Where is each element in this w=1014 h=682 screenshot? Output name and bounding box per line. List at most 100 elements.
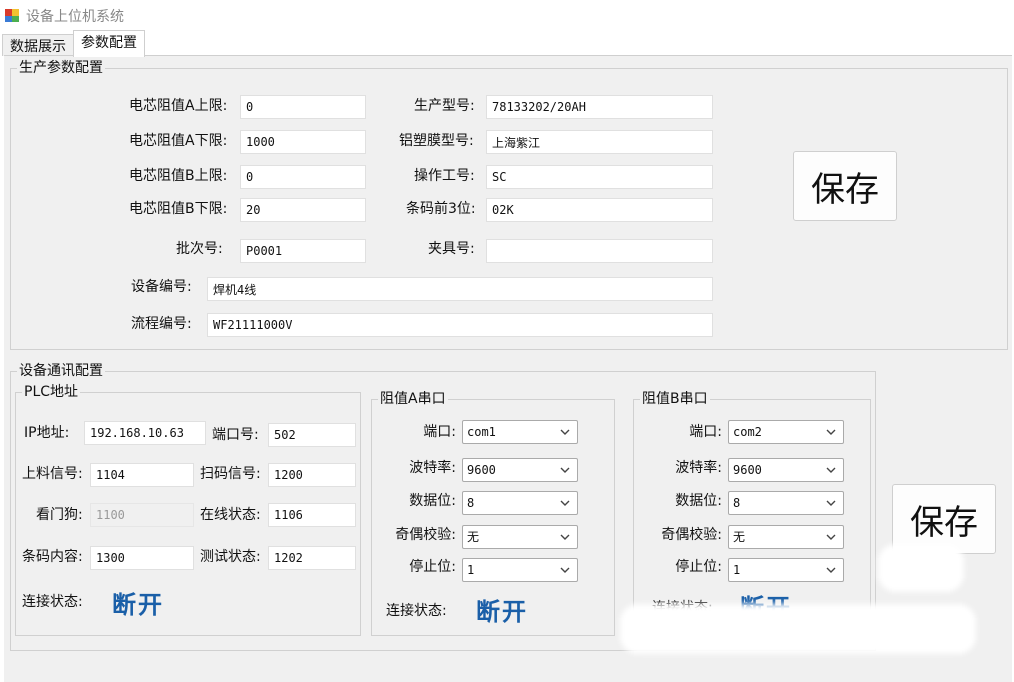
batch-no-label: 批次号: bbox=[176, 241, 223, 257]
plc-conn-status-value: 断开 bbox=[112, 591, 164, 619]
cell-res-b-lower-input[interactable] bbox=[240, 198, 366, 222]
tab-data-display[interactable]: 数据展示 bbox=[2, 34, 74, 56]
app-icon bbox=[4, 7, 20, 23]
operator-id-label: 操作工号: bbox=[414, 168, 475, 184]
barcode-prefix-input[interactable] bbox=[486, 198, 713, 222]
cell-res-b-upper-label: 电芯阻值B上限: bbox=[129, 168, 228, 184]
chevron-down-icon bbox=[560, 429, 570, 435]
chevron-down-icon bbox=[560, 467, 570, 473]
production-config-group: 生产参数配置 电芯阻值A上限: 电芯阻值A下限: 电芯阻值B上限: 电芯阻值B下… bbox=[10, 59, 1008, 350]
serial-a-databits-label: 数据位: bbox=[409, 493, 456, 509]
serial-a-parity-select[interactable]: 无 bbox=[462, 525, 578, 549]
plc-scan-signal-input[interactable] bbox=[268, 463, 356, 487]
device-no-label: 设备编号: bbox=[131, 279, 192, 295]
model-label: 生产型号: bbox=[414, 98, 475, 114]
serial-a-parity-label: 奇偶校验: bbox=[395, 527, 456, 543]
serial-a-stopbits-select[interactable]: 1 bbox=[462, 558, 578, 582]
plc-test-status-input[interactable] bbox=[268, 546, 356, 570]
serial-a-databits-value: 8 bbox=[467, 496, 475, 510]
cell-res-a-upper-input[interactable] bbox=[240, 95, 366, 119]
serial-a-stopbits-value: 1 bbox=[467, 563, 475, 577]
plc-barcode-content-label: 条码内容: bbox=[22, 549, 83, 565]
serial-b-stopbits-select[interactable]: 1 bbox=[728, 558, 844, 582]
film-model-label: 铝塑膜型号: bbox=[399, 133, 474, 149]
plc-ip-label: IP地址: bbox=[24, 425, 70, 441]
serial-a-baud-label: 波特率: bbox=[409, 460, 456, 476]
fixture-no-label: 夹具号: bbox=[428, 241, 475, 257]
serial-a-conn-status-value: 断开 bbox=[476, 598, 528, 626]
serial-b-databits-label: 数据位: bbox=[675, 493, 722, 509]
serial-b-databits-select[interactable]: 8 bbox=[728, 491, 844, 515]
serial-b-title: 阻值B串口 bbox=[640, 390, 710, 408]
plc-feed-signal-label: 上料信号: bbox=[22, 466, 83, 482]
chevron-down-icon bbox=[560, 567, 570, 573]
plc-online-status-label: 在线状态: bbox=[200, 507, 261, 523]
serial-b-parity-value: 无 bbox=[733, 530, 746, 544]
serial-b-port-select[interactable]: com2 bbox=[728, 420, 844, 444]
fixture-no-input[interactable] bbox=[486, 239, 713, 263]
plc-port-label: 端口号: bbox=[212, 427, 259, 443]
serial-a-databits-select[interactable]: 8 bbox=[462, 491, 578, 515]
serial-b-group: 阻值B串口 端口: com2 波特率: 9600 数据位: 8 奇偶校验: 无 … bbox=[633, 390, 871, 636]
cell-res-b-upper-input[interactable] bbox=[240, 165, 366, 189]
serial-a-title: 阻值A串口 bbox=[378, 390, 448, 408]
batch-no-input[interactable] bbox=[240, 239, 366, 263]
plc-online-status-input[interactable] bbox=[268, 503, 356, 527]
serial-a-group: 阻值A串口 端口: com1 波特率: 9600 数据位: 8 奇偶校验: 无 … bbox=[371, 390, 615, 636]
chevron-down-icon bbox=[560, 534, 570, 540]
serial-a-baud-select[interactable]: 9600 bbox=[462, 458, 578, 482]
cell-res-b-lower-label: 电芯阻值B下限: bbox=[129, 201, 228, 217]
plc-title: PLC地址 bbox=[22, 383, 81, 401]
serial-b-parity-select[interactable]: 无 bbox=[728, 525, 844, 549]
operator-id-input[interactable] bbox=[486, 165, 713, 189]
cell-res-a-upper-label: 电芯阻值A上限: bbox=[129, 98, 228, 114]
serial-a-baud-value: 9600 bbox=[467, 463, 496, 477]
serial-b-port-value: com2 bbox=[733, 425, 762, 439]
redaction-overlay bbox=[620, 604, 976, 654]
tab-parameter-config[interactable]: 参数配置 bbox=[73, 30, 145, 57]
plc-scan-signal-label: 扫码信号: bbox=[200, 466, 261, 482]
window-title: 设备上位机系统 bbox=[26, 9, 124, 25]
production-save-button[interactable]: 保存 bbox=[793, 151, 897, 221]
serial-a-port-select[interactable]: com1 bbox=[462, 420, 578, 444]
redaction-overlay bbox=[878, 544, 964, 592]
serial-b-stopbits-value: 1 bbox=[733, 563, 741, 577]
tab-page-parameter-config: 生产参数配置 电芯阻值A上限: 电芯阻值A下限: 电芯阻值B上限: 电芯阻值B下… bbox=[4, 55, 1012, 682]
serial-a-conn-status-label: 连接状态: bbox=[386, 603, 447, 619]
chevron-down-icon bbox=[560, 500, 570, 506]
barcode-prefix-label: 条码前3位: bbox=[406, 201, 476, 217]
cell-res-a-lower-input[interactable] bbox=[240, 130, 366, 154]
tab-strip: 数据展示 参数配置 bbox=[0, 30, 1014, 57]
plc-barcode-content-input[interactable] bbox=[90, 546, 194, 570]
plc-conn-status-label: 连接状态: bbox=[22, 594, 83, 610]
model-input[interactable] bbox=[486, 95, 713, 119]
plc-watchdog-input bbox=[90, 503, 194, 527]
serial-b-baud-label: 波特率: bbox=[675, 460, 722, 476]
chevron-down-icon bbox=[826, 467, 836, 473]
serial-b-port-label: 端口: bbox=[689, 424, 722, 440]
plc-ip-input[interactable] bbox=[84, 421, 206, 445]
device-no-input[interactable] bbox=[207, 277, 713, 301]
serial-a-parity-value: 无 bbox=[467, 530, 480, 544]
chevron-down-icon bbox=[826, 534, 836, 540]
serial-b-baud-value: 9600 bbox=[733, 463, 762, 477]
serial-b-parity-label: 奇偶校验: bbox=[661, 527, 722, 543]
plc-port-input[interactable] bbox=[268, 423, 356, 447]
serial-b-stopbits-label: 停止位: bbox=[675, 559, 722, 575]
cell-res-a-lower-label: 电芯阻值A下限: bbox=[129, 133, 228, 149]
comm-config-title: 设备通讯配置 bbox=[17, 362, 105, 380]
title-bar: 设备上位机系统 bbox=[0, 0, 1014, 30]
chevron-down-icon bbox=[826, 429, 836, 435]
serial-a-stopbits-label: 停止位: bbox=[409, 559, 456, 575]
process-no-input[interactable] bbox=[207, 313, 713, 337]
plc-feed-signal-input[interactable] bbox=[90, 463, 194, 487]
plc-watchdog-label: 看门狗: bbox=[36, 507, 83, 523]
plc-group: PLC地址 IP地址: 端口号: 上料信号: 扫码信号: 看门狗: 在线状态: … bbox=[15, 383, 361, 636]
plc-test-status-label: 测试状态: bbox=[200, 549, 261, 565]
chevron-down-icon bbox=[826, 567, 836, 573]
serial-a-port-label: 端口: bbox=[423, 424, 456, 440]
production-config-title: 生产参数配置 bbox=[17, 59, 105, 77]
serial-b-databits-value: 8 bbox=[733, 496, 741, 510]
serial-b-baud-select[interactable]: 9600 bbox=[728, 458, 844, 482]
film-model-input[interactable] bbox=[486, 130, 713, 154]
